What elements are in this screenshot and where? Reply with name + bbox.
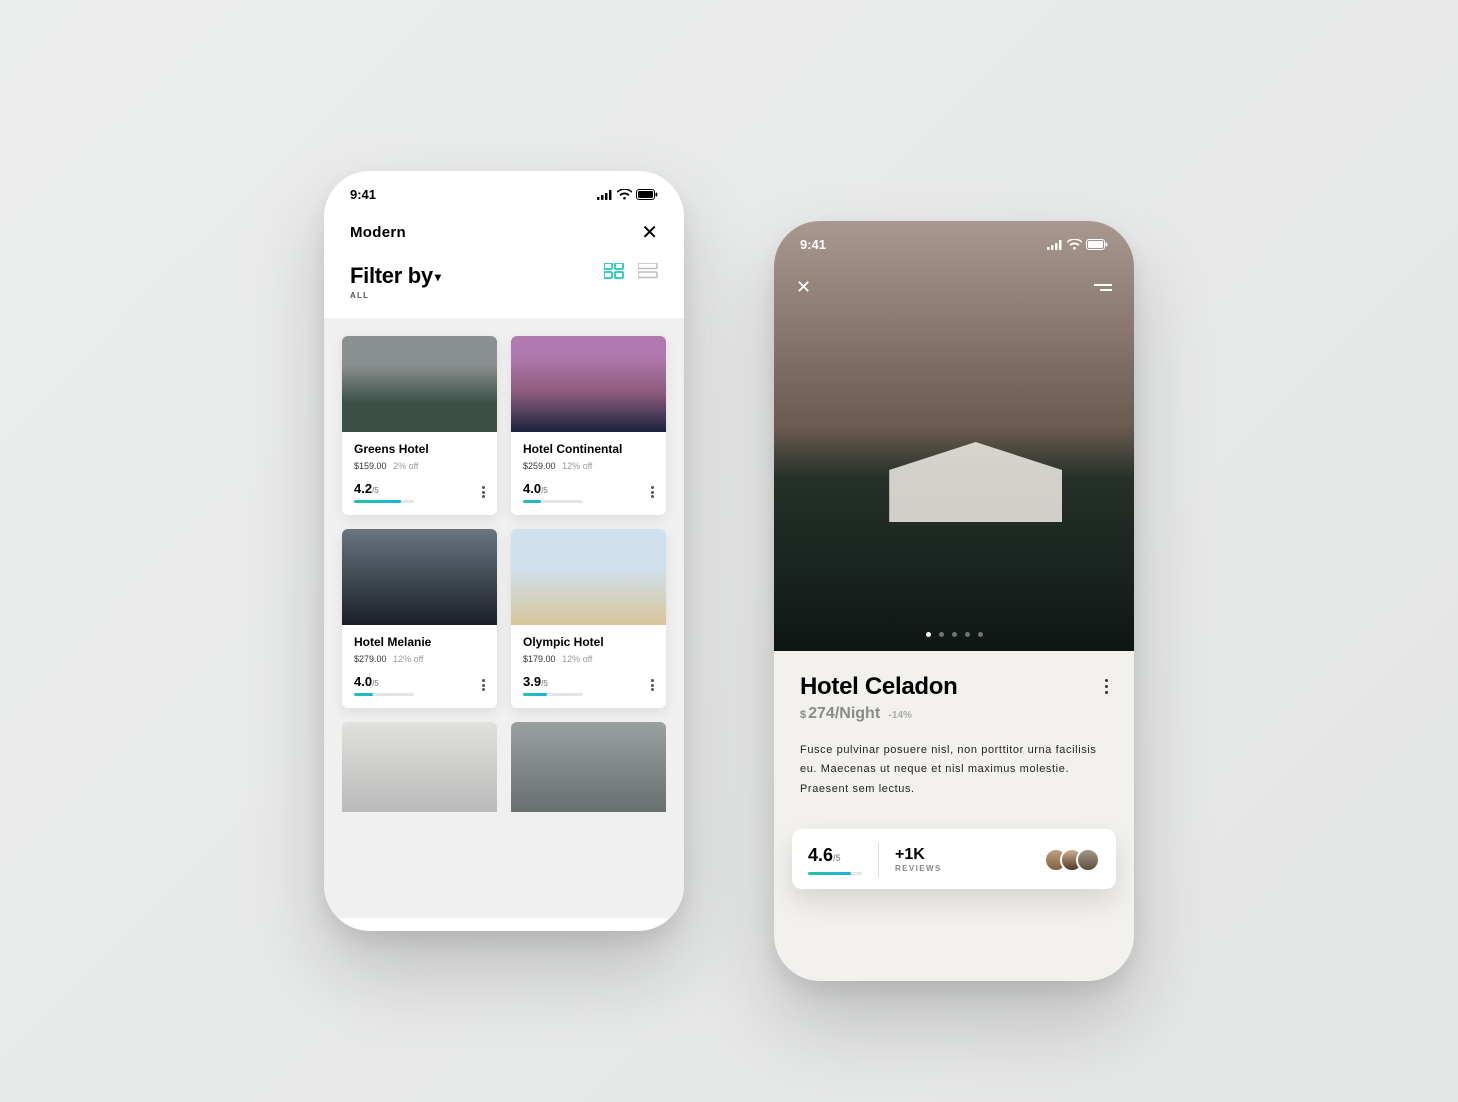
- hotel-discount: 12% off: [562, 654, 592, 664]
- detail-body: Hotel Celadon $274/Night -14% Fusce pulv…: [774, 651, 1134, 809]
- wifi-icon: [1067, 239, 1082, 250]
- hotel-card-partial[interactable]: [511, 722, 666, 812]
- page-title: Modern: [350, 224, 406, 241]
- hotel-rating: 4.0: [523, 481, 541, 496]
- chevron-down-icon: ▾: [435, 270, 441, 284]
- hotel-image: [511, 336, 666, 432]
- hotel-rating: 3.9: [523, 674, 541, 689]
- hero-image[interactable]: ✕: [774, 221, 1134, 651]
- signal-icon: [597, 190, 613, 200]
- more-button[interactable]: [1105, 679, 1108, 694]
- close-button[interactable]: ✕: [796, 277, 811, 298]
- close-button[interactable]: ✕: [641, 220, 658, 245]
- hotel-title: Hotel Celadon: [800, 673, 957, 701]
- hotel-description: Fusce pulvinar posuere nisl, non porttit…: [800, 741, 1108, 799]
- status-bar: 9:41: [324, 171, 684, 210]
- hotel-name: Greens Hotel: [354, 442, 485, 457]
- hotel-price: $179.00: [523, 654, 556, 664]
- hotel-price: $279.00: [354, 654, 387, 664]
- listing-screen: 9:41 Modern ✕ Filter by▾ ALL Greens Hote…: [324, 171, 684, 931]
- hotel-image: [511, 529, 666, 625]
- card-more-button[interactable]: [651, 679, 654, 691]
- filter-subtitle: ALL: [350, 291, 441, 300]
- menu-button[interactable]: [1094, 284, 1112, 291]
- hotel-card-partial[interactable]: [342, 722, 497, 812]
- carousel-dots[interactable]: [774, 632, 1134, 637]
- rating-bar: [808, 872, 862, 875]
- rating-bar: [354, 693, 414, 696]
- hotel-name: Hotel Continental: [523, 442, 654, 457]
- hotel-card[interactable]: Hotel Melanie $279.00 12% off 4.0/5: [342, 529, 497, 708]
- hotel-rating: 4.0: [354, 674, 372, 689]
- layout-toggles: [604, 263, 658, 279]
- reviewer-avatars[interactable]: [1052, 848, 1100, 872]
- rating-bar: [523, 500, 583, 503]
- rating-outof: /5: [541, 679, 548, 688]
- hotel-discount: -14%: [889, 710, 912, 721]
- hotel-name: Olympic Hotel: [523, 635, 654, 650]
- filter-dropdown[interactable]: Filter by▾ ALL: [350, 263, 441, 300]
- battery-icon: [1086, 239, 1108, 250]
- review-label: REVIEWS: [895, 864, 942, 873]
- rating-outof: /5: [372, 486, 379, 495]
- status-icons: [1047, 239, 1108, 250]
- filter-title: Filter by: [350, 263, 433, 288]
- hotel-discount: 2% off: [393, 461, 418, 471]
- card-more-button[interactable]: [651, 486, 654, 498]
- hotel-price: $259.00: [523, 461, 556, 471]
- detail-screen: 9:41 ✕ Hotel Celadon $274/Night -14%: [774, 221, 1134, 981]
- rating-outof: /5: [372, 679, 379, 688]
- hotel-image: [342, 529, 497, 625]
- review-rating: 4.6: [808, 845, 833, 865]
- hotel-discount: 12% off: [562, 461, 592, 471]
- hotel-card[interactable]: Greens Hotel $159.00 2% off 4.2/5: [342, 336, 497, 515]
- rating-outof: /5: [833, 853, 841, 863]
- review-count: +1K: [895, 846, 942, 864]
- hotel-grid[interactable]: Greens Hotel $159.00 2% off 4.2/5 Hotel …: [324, 318, 684, 918]
- hotel-image: [342, 336, 497, 432]
- hotel-card[interactable]: Olympic Hotel $179.00 12% off 3.9/5: [511, 529, 666, 708]
- hotel-price: $159.00: [354, 461, 387, 471]
- filter-bar: Filter by▾ ALL: [324, 249, 684, 318]
- status-bar: 9:41: [774, 221, 1134, 260]
- avatar: [1076, 848, 1100, 872]
- status-time: 9:41: [350, 187, 376, 202]
- card-more-button[interactable]: [482, 486, 485, 498]
- rating-bar: [523, 693, 583, 696]
- card-more-button[interactable]: [482, 679, 485, 691]
- status-icons: [597, 189, 658, 200]
- rating-bar: [354, 500, 414, 503]
- status-time: 9:41: [800, 237, 826, 252]
- wifi-icon: [617, 189, 632, 200]
- hotel-rating: 4.2: [354, 481, 372, 496]
- hotel-discount: 12% off: [393, 654, 423, 664]
- grid-view-toggle[interactable]: [604, 263, 624, 279]
- battery-icon: [636, 189, 658, 200]
- page-header: Modern ✕: [324, 210, 684, 249]
- list-view-toggle[interactable]: [638, 263, 658, 279]
- review-card[interactable]: 4.6/5 +1K REVIEWS: [792, 829, 1116, 889]
- hotel-name: Hotel Melanie: [354, 635, 485, 650]
- hotel-card[interactable]: Hotel Continental $259.00 12% off 4.0/5: [511, 336, 666, 515]
- signal-icon: [1047, 240, 1063, 250]
- divider: [878, 843, 879, 877]
- rating-outof: /5: [541, 486, 548, 495]
- hotel-price: $274/Night -14%: [800, 705, 957, 723]
